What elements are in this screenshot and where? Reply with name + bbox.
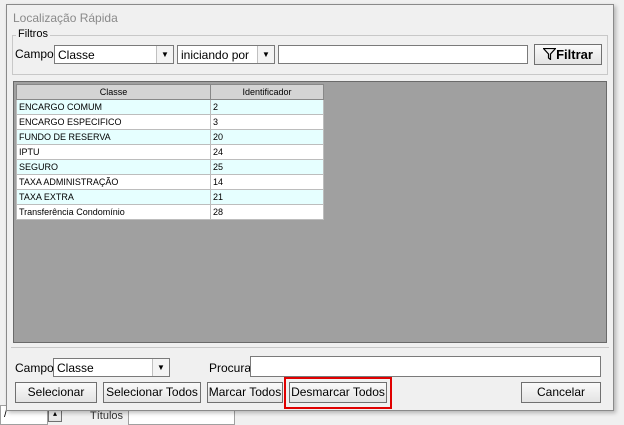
campo-label: Campo: [15, 47, 58, 61]
filter-button-label: Filtrar [556, 47, 593, 62]
results-table: Classe Identificador ENCARGO COMUM 2 ENC… [16, 84, 324, 220]
cell-identificador: 21 [210, 189, 324, 205]
operator-select-value: iniciando por [181, 48, 250, 62]
bottom-campo-select[interactable]: Classe ▼ [53, 358, 170, 377]
cell-classe: IPTU [16, 144, 211, 160]
filters-legend: Filtros [16, 28, 50, 40]
cell-classe: ENCARGO COMUM [16, 99, 211, 115]
procura-input[interactable] [250, 356, 601, 377]
cell-identificador: 24 [210, 144, 324, 160]
bottom-campo-label: Campo: [15, 361, 58, 375]
selecionar-button[interactable]: Selecionar [15, 382, 97, 403]
cell-classe: Transferência Condomínio [16, 204, 211, 220]
cell-classe: ENCARGO ESPECIFICO [16, 114, 211, 130]
results-grid: Classe Identificador ENCARGO COMUM 2 ENC… [13, 81, 607, 343]
table-row[interactable]: TAXA EXTRA 21 [16, 189, 324, 205]
table-row[interactable]: ENCARGO COMUM 2 [16, 99, 324, 115]
table-row[interactable]: ENCARGO ESPECIFICO 3 [16, 114, 324, 130]
cell-classe: FUNDO DE RESERVA [16, 129, 211, 145]
table-row[interactable]: TAXA ADMINISTRAÇÃO 14 [16, 174, 324, 190]
table-row[interactable]: IPTU 24 [16, 144, 324, 160]
cell-identificador: 3 [210, 114, 324, 130]
bottom-campo-select-value: Classe [57, 361, 94, 375]
chevron-down-icon[interactable]: ▼ [156, 46, 173, 63]
quick-search-dialog: Localização Rápida Filtros Campo: Classe… [6, 4, 614, 411]
operator-select[interactable]: iniciando por ▼ [177, 45, 275, 64]
procura-label: Procura: [209, 361, 255, 375]
filter-search-input[interactable] [278, 45, 528, 64]
chevron-down-icon[interactable]: ▼ [257, 46, 274, 63]
filter-button[interactable]: Filtrar [534, 44, 602, 65]
marcar-todos-button-label: Marcar Todos [208, 385, 282, 399]
column-header-classe[interactable]: Classe [16, 84, 211, 100]
marcar-todos-button[interactable]: Marcar Todos [207, 382, 283, 403]
table-row[interactable]: Transferência Condomínio 28 [16, 204, 324, 220]
filters-group: Filtros Campo: Classe ▼ iniciando por ▼ … [12, 28, 608, 75]
chevron-down-icon[interactable]: ▼ [152, 359, 169, 376]
desmarcar-todos-button-label: Desmarcar Todos [291, 385, 385, 399]
selecionar-todos-button-label: Selecionar Todos [106, 385, 198, 399]
dialog-title: Localização Rápida [13, 11, 118, 25]
table-row[interactable]: FUNDO DE RESERVA 20 [16, 129, 324, 145]
cell-identificador: 2 [210, 99, 324, 115]
cell-identificador: 14 [210, 174, 324, 190]
cell-classe: TAXA EXTRA [16, 189, 211, 205]
campo-select-value: Classe [58, 48, 95, 62]
desmarcar-todos-button[interactable]: Desmarcar Todos [289, 382, 387, 403]
campo-select[interactable]: Classe ▼ [54, 45, 174, 64]
column-header-identificador[interactable]: Identificador [210, 84, 324, 100]
background-titulos-label: Títulos [90, 410, 124, 422]
cell-classe: SEGURO [16, 159, 211, 175]
cancelar-button-label: Cancelar [536, 385, 586, 399]
table-row[interactable]: SEGURO 25 [16, 159, 324, 175]
cell-classe: TAXA ADMINISTRAÇÃO [16, 174, 211, 190]
cell-identificador: 25 [210, 159, 324, 175]
cell-identificador: 28 [210, 204, 324, 220]
selecionar-todos-button[interactable]: Selecionar Todos [103, 382, 201, 403]
divider [11, 347, 609, 348]
cell-identificador: 20 [210, 129, 324, 145]
selecionar-button-label: Selecionar [27, 385, 85, 399]
cancelar-button[interactable]: Cancelar [521, 382, 601, 403]
funnel-icon [542, 47, 557, 61]
